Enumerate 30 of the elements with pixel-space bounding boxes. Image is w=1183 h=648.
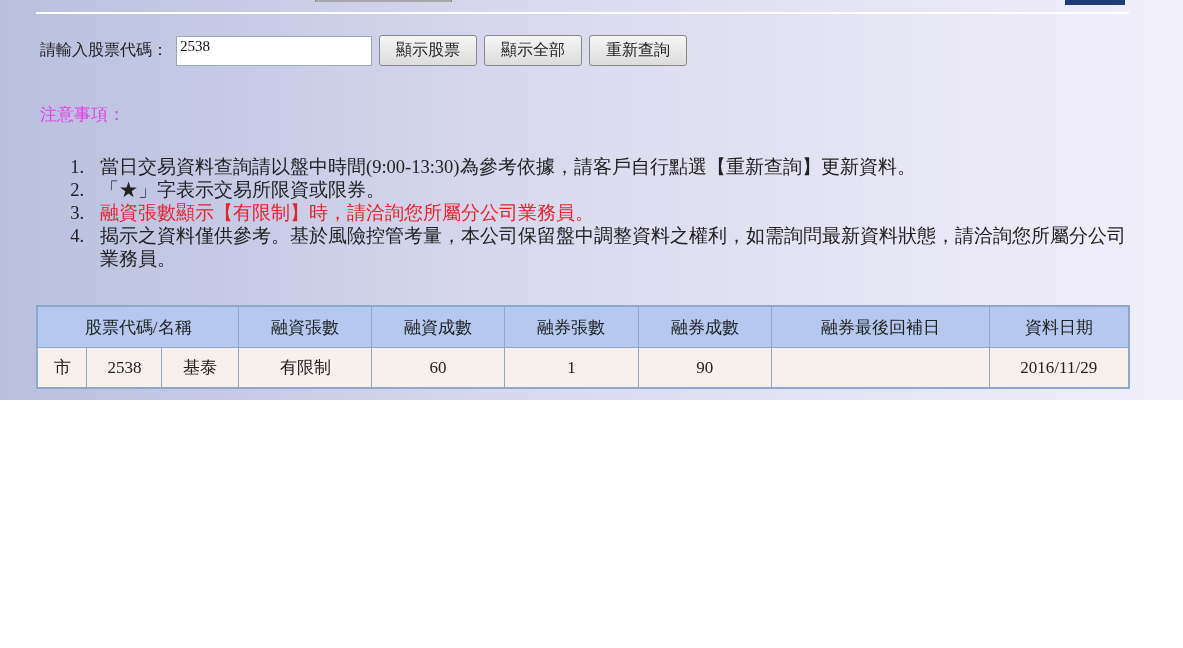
table-cell: 基泰 (161, 347, 239, 388)
notice-text: 「★」字表示交易所限資或限券。 (100, 179, 385, 202)
warning-text: 融資張數顯示【有限制】時，請洽詢您所屬分公司業務員。 (100, 202, 594, 225)
table-cell: 市 (37, 347, 87, 388)
table-cell: 90 (638, 347, 772, 388)
column-header: 融資成數 (371, 306, 505, 348)
stock-code-input[interactable]: 2538 (176, 35, 372, 66)
query-button[interactable]: 顯示股票 (379, 35, 477, 66)
column-header: 融券最後回補日 (771, 306, 989, 348)
stock-code-label: 請輸入股票代碼： (40, 40, 168, 60)
list-number: 2. (69, 179, 85, 202)
list-number: 3. (69, 202, 85, 225)
cut-off-banner (1065, 0, 1125, 5)
table-cell: 有限制 (238, 347, 372, 388)
table-cell: 1 (504, 347, 639, 388)
column-header: 融資張數 (238, 306, 372, 348)
table-cell: 60 (371, 347, 505, 388)
table-cell: 2538 (86, 347, 162, 388)
column-header: 資料日期 (989, 306, 1129, 348)
column-header: 融券成數 (638, 306, 772, 348)
query-button[interactable]: 重新查詢 (589, 35, 687, 66)
list-number: 4. (69, 225, 85, 248)
query-button[interactable]: 顯示全部 (484, 35, 582, 66)
table-cell: 2016/11/29 (989, 347, 1129, 388)
column-header: 股票代碼/名稱 (37, 306, 239, 348)
column-header: 融券張數 (504, 306, 639, 348)
notice-title: 注意事項： (39, 104, 126, 126)
list-number: 1. (69, 156, 85, 179)
notice-text: 當日交易資料查詢請以盤中時間(9:00-13:30)為參考依據，請客戶自行點選【重新查詢】更新資料。 (100, 156, 916, 179)
notice-text: 揭示之資料僅供參考。基於風險控管考量，本公司保留盤中調整資料之權利，如需詢問最新資料狀態，請洽詢您所屬分公司業務員。 (100, 225, 1127, 271)
